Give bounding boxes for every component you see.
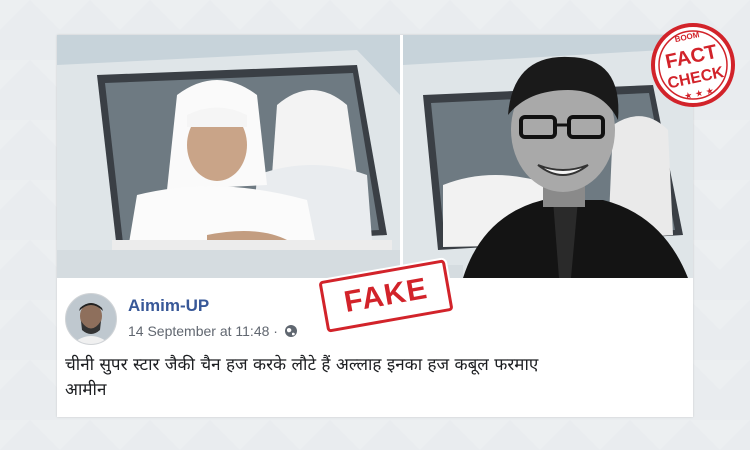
author-avatar[interactable] (65, 293, 117, 345)
facebook-post-card: Aimim-UP 14 September at 11:48 · चीनी सु… (57, 35, 693, 417)
post-photos (57, 35, 693, 278)
author-name[interactable]: Aimim-UP (128, 296, 209, 316)
post-meta: 14 September at 11:48 · (128, 323, 298, 339)
post-photo-car-window[interactable] (57, 35, 400, 278)
post-text: चीनी सुपर स्टार जैकी चैन हज करके लौटे है… (65, 353, 685, 403)
post-text-line-2: आमीन (65, 380, 107, 400)
boom-fact-check-logo: BOOM FACT CHECK ★ ★ ★ (645, 17, 741, 113)
globe-icon[interactable] (284, 324, 298, 338)
post-timestamp[interactable]: 14 September at 11:48 · (128, 323, 278, 339)
post-text-line-1: चीनी सुपर स्टार जैकी चैन हज करके लौटे है… (65, 355, 539, 375)
